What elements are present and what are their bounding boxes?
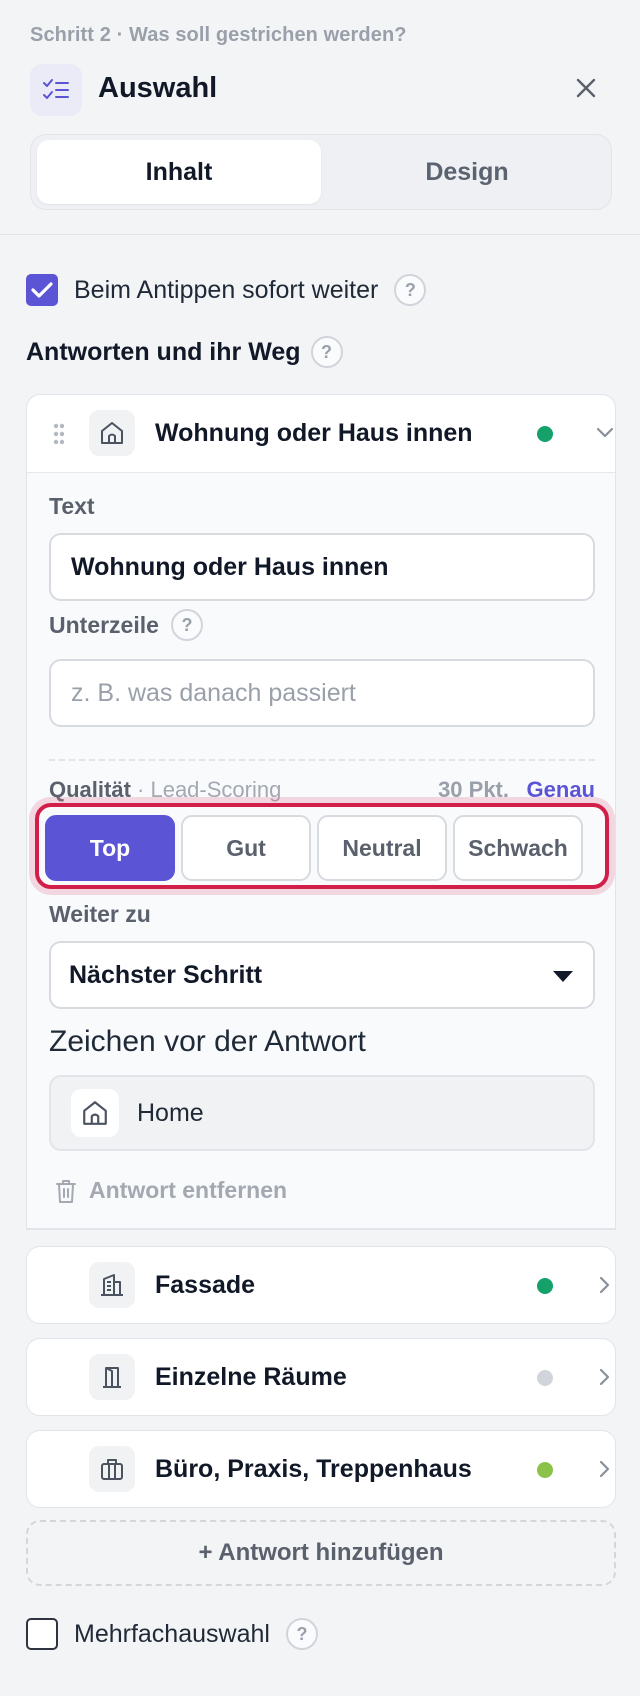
answer-title: Büro, Praxis, Treppenhaus (155, 1455, 472, 1483)
next-step-select[interactable]: Nächster Schritt (49, 941, 595, 1009)
answer-title: Wohnung oder Haus innen (155, 419, 473, 447)
chevron-down-icon[interactable] (595, 425, 615, 444)
quality-label-text: Qualität (49, 777, 131, 802)
text-input[interactable]: Wohnung oder Haus innen (49, 533, 595, 601)
building-icon (89, 1262, 135, 1308)
home-icon (89, 410, 135, 456)
checklist-icon (30, 64, 82, 116)
caret-down-icon (553, 971, 573, 982)
answers-heading: Antworten und ihr Weg ? (26, 336, 343, 368)
quality-sub: · Lead-Scoring (137, 777, 282, 802)
icon-name: Home (137, 1099, 204, 1127)
status-dot (537, 1462, 553, 1478)
settings-panel: Schritt 2 · Was soll gestrichen werden? … (0, 0, 640, 1696)
subline-input[interactable]: z. B. was danach passiert (49, 659, 595, 727)
answer-card-einzelne-raeume[interactable]: Einzelne Räume (26, 1338, 616, 1416)
door-icon (89, 1354, 135, 1400)
step-label: Schritt 2 · Was soll gestrichen werden? (30, 24, 407, 46)
answer-title: Fassade (155, 1271, 256, 1299)
divider (0, 234, 640, 235)
remove-answer-button[interactable]: Antwort entfernen (55, 1177, 287, 1204)
tab-design[interactable]: Design (325, 140, 609, 204)
answer-card-fassade[interactable]: Fassade (26, 1246, 616, 1324)
help-icon[interactable]: ? (170, 609, 203, 641)
quality-exact-link[interactable]: Genau (527, 777, 595, 803)
close-icon[interactable] (568, 70, 604, 106)
answer-card-buero[interactable]: Büro, Praxis, Treppenhaus (26, 1430, 616, 1508)
chevron-right-icon[interactable] (597, 1458, 611, 1485)
text-field-label: Text (49, 493, 95, 519)
quality-option-top[interactable]: Top (45, 815, 175, 881)
multi-select-row: Mehrfachauswahl ? (26, 1618, 318, 1650)
chevron-right-icon[interactable] (597, 1274, 611, 1301)
panel-title: Auswahl (98, 72, 218, 104)
help-icon[interactable]: ? (394, 274, 427, 306)
multi-select-checkbox[interactable] (26, 1618, 58, 1650)
quality-segmented-control: Top Gut Neutral Schwach (35, 803, 609, 889)
tab-bar: Inhalt Design (30, 134, 612, 210)
answer-card-expanded: Wohnung oder Haus innen Text Wohnung ode… (26, 394, 616, 1230)
icon-picker[interactable]: Home (49, 1075, 595, 1151)
multi-select-label: Mehrfachauswahl (74, 1619, 270, 1648)
chevron-right-icon[interactable] (597, 1366, 611, 1393)
quality-option-schwach[interactable]: Schwach (453, 815, 583, 881)
help-icon[interactable]: ? (310, 336, 343, 368)
divider (49, 759, 595, 761)
subline-label-row: Unterzeile ? (49, 609, 203, 641)
auto-advance-checkbox[interactable] (26, 274, 58, 306)
next-step-label: Weiter zu (49, 901, 151, 927)
help-icon[interactable]: ? (285, 1618, 318, 1650)
next-step-value: Nächster Schritt (69, 960, 263, 989)
tab-inhalt[interactable]: Inhalt (37, 140, 321, 204)
quality-label: Qualität · Lead-Scoring (49, 777, 281, 803)
status-dot (537, 1370, 553, 1386)
answer-title: Einzelne Räume (155, 1363, 347, 1391)
add-answer-button[interactable]: + Antwort hinzufügen (26, 1520, 616, 1586)
subline-label: Unterzeile (49, 611, 159, 638)
home-icon (71, 1089, 119, 1137)
status-dot (537, 426, 553, 442)
icon-label: Zeichen vor der Antwort (49, 1025, 366, 1058)
trash-icon (56, 1179, 76, 1203)
answer-header[interactable]: Wohnung oder Haus innen (27, 395, 615, 473)
quality-option-gut[interactable]: Gut (181, 815, 311, 881)
quality-option-neutral[interactable]: Neutral (317, 815, 447, 881)
remove-answer-label: Antwort entfernen (89, 1177, 288, 1203)
briefcase-icon (89, 1446, 135, 1492)
status-dot (537, 1278, 553, 1294)
auto-advance-row: Beim Antippen sofort weiter ? (26, 274, 427, 306)
quality-points: 30 Pkt. (438, 777, 509, 802)
auto-advance-label: Beim Antippen sofort weiter (74, 275, 379, 304)
drag-handle-icon[interactable] (53, 423, 65, 450)
answers-heading-text: Antworten und ihr Weg (26, 337, 301, 366)
